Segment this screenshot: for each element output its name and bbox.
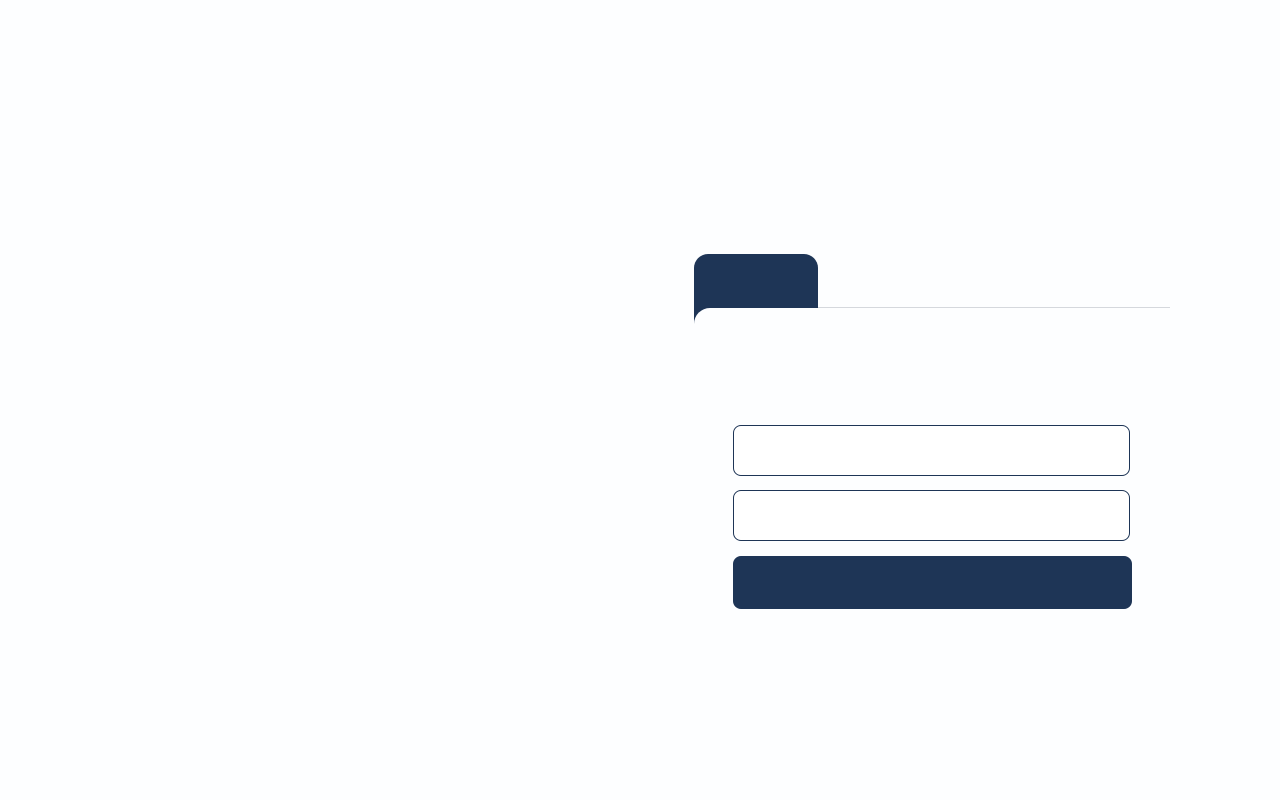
password-input[interactable] [733, 490, 1130, 541]
username-input[interactable] [733, 425, 1130, 476]
login-tab[interactable] [694, 254, 818, 308]
tab-corner-decoration [694, 308, 710, 324]
login-panel [694, 254, 1170, 634]
login-button[interactable] [733, 556, 1132, 609]
tab-divider [818, 307, 1170, 308]
